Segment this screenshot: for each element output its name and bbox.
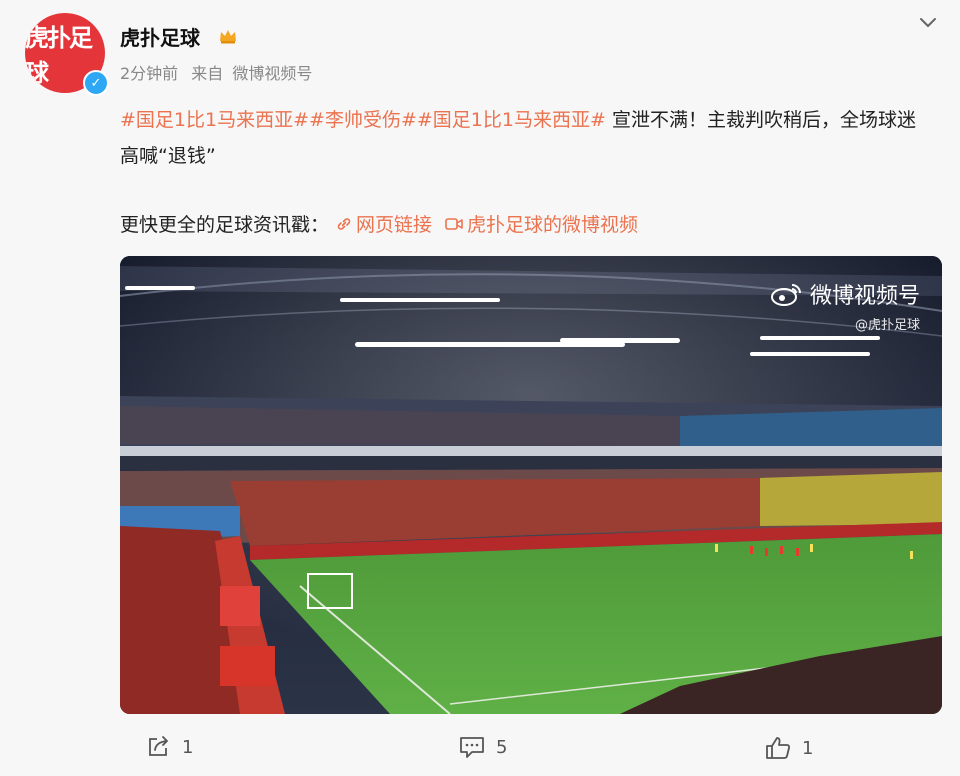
author-name[interactable]: 虎扑足球 — [120, 22, 200, 51]
chevron-down-icon[interactable] — [916, 10, 940, 34]
video-link[interactable]: 虎扑足球的微博视频 — [444, 210, 638, 237]
post-links: 更快更全的足球资讯戳： 网页链接 虎扑足球的微博视频 — [120, 210, 638, 237]
like-count: 1 — [802, 737, 814, 759]
repost-count: 1 — [182, 736, 194, 758]
vip-crown-icon — [220, 30, 236, 44]
video-watermark: 微博视频号 @虎扑足球 — [770, 278, 920, 333]
video-thumbnail[interactable]: 微博视频号 @虎扑足球 — [120, 256, 942, 714]
post-text: #国足1比1马来西亚##李帅受伤##国足1比1马来西亚# 宣泄不满！主裁判吹稍后… — [120, 102, 920, 174]
comment-button[interactable]: 5 — [458, 734, 507, 760]
video-icon — [445, 217, 463, 230]
hashtag-link[interactable]: #李帅受伤# — [309, 109, 417, 131]
links-prefix: 更快更全的足球资讯戳： — [120, 214, 330, 236]
watermark-sub: @虎扑足球 — [854, 318, 920, 333]
comment-count: 5 — [496, 736, 508, 758]
video-link-label: 虎扑足球的微博视频 — [467, 214, 639, 236]
hashtag-link[interactable]: #国足1比1马来西亚# — [417, 109, 606, 131]
link-icon — [337, 217, 351, 230]
web-link[interactable]: 网页链接 — [335, 210, 432, 237]
watermark-main: 微博视频号 — [809, 284, 920, 309]
source-prefix: 来自 — [191, 64, 224, 83]
post-time[interactable]: 2分钟前 — [120, 64, 178, 83]
thumbs-up-icon — [766, 737, 790, 759]
hashtag-link[interactable]: #国足1比1马来西亚# — [120, 109, 309, 131]
verified-badge-icon: ✓ — [83, 70, 109, 96]
weibo-post-card: 虎扑足球 ✓ 虎扑足球 2分钟前 来自 微博视频号 #国足1比1马来西亚##李帅… — [0, 0, 960, 776]
post-meta: 2分钟前 来自 微博视频号 — [120, 60, 320, 84]
weibo-logo-icon — [770, 284, 801, 306]
like-button[interactable]: 1 — [764, 734, 813, 762]
comment-icon — [460, 737, 484, 758]
web-link-label: 网页链接 — [356, 214, 433, 236]
repost-button[interactable]: 1 — [146, 734, 193, 760]
repost-icon — [149, 736, 168, 756]
post-source[interactable]: 微博视频号 — [232, 64, 312, 83]
post-actions: 1 5 1 — [0, 728, 960, 768]
